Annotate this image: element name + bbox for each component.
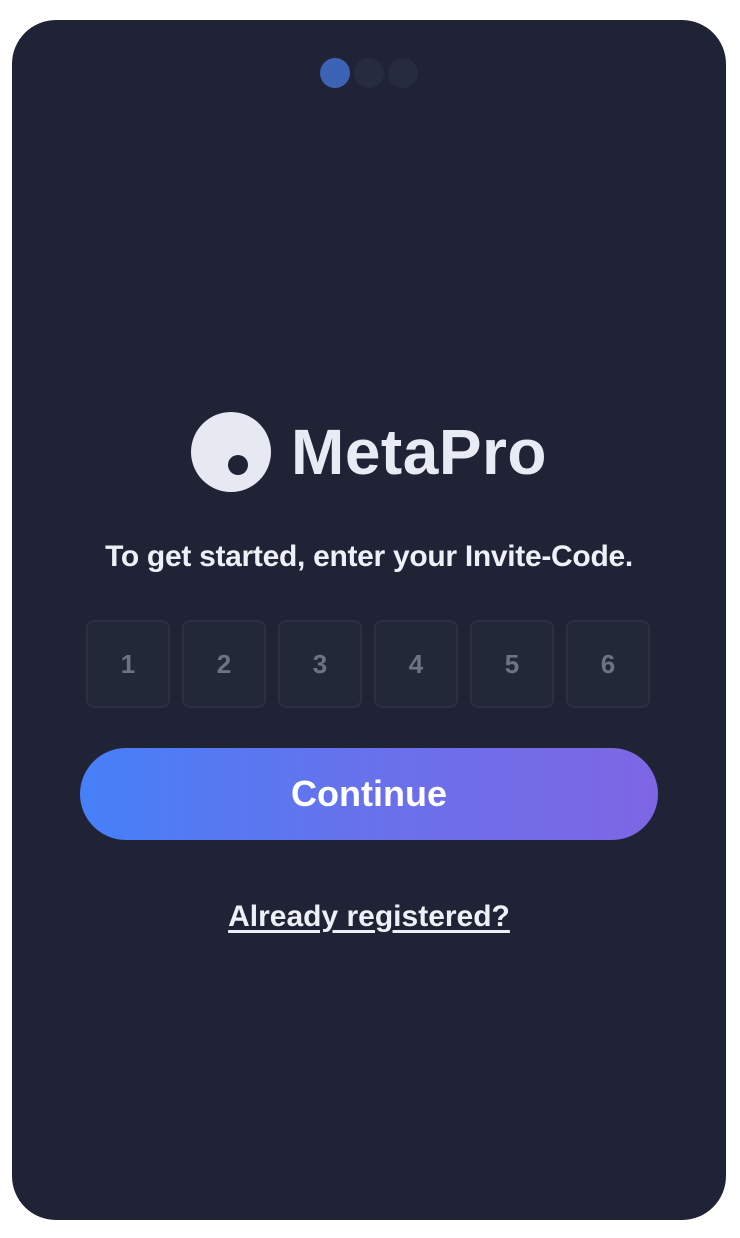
step-dot-2: [354, 58, 384, 88]
onboarding-card: MetaPro To get started, enter your Invit…: [12, 20, 726, 1220]
code-digit-5[interactable]: 5: [470, 620, 554, 708]
code-digit-4[interactable]: 4: [374, 620, 458, 708]
invite-prompt: To get started, enter your Invite-Code.: [105, 540, 633, 573]
continue-button[interactable]: Continue: [80, 748, 658, 840]
brand-name: MetaPro: [291, 416, 547, 488]
eye-circle-icon: [191, 412, 271, 492]
code-digit-3[interactable]: 3: [278, 620, 362, 708]
code-digit-2[interactable]: 2: [182, 620, 266, 708]
logo-pupil: [228, 455, 248, 475]
code-digit-6[interactable]: 6: [566, 620, 650, 708]
already-registered-row: Already registered?: [12, 900, 726, 934]
step-dot-3: [388, 58, 418, 88]
code-digit-1[interactable]: 1: [86, 620, 170, 708]
step-dot-1: [320, 58, 350, 88]
step-indicator: [12, 58, 726, 88]
already-registered-link[interactable]: Already registered?: [228, 900, 510, 933]
brand-logo: MetaPro: [12, 412, 726, 492]
invite-code-input: 1 2 3 4 5 6: [86, 620, 650, 708]
